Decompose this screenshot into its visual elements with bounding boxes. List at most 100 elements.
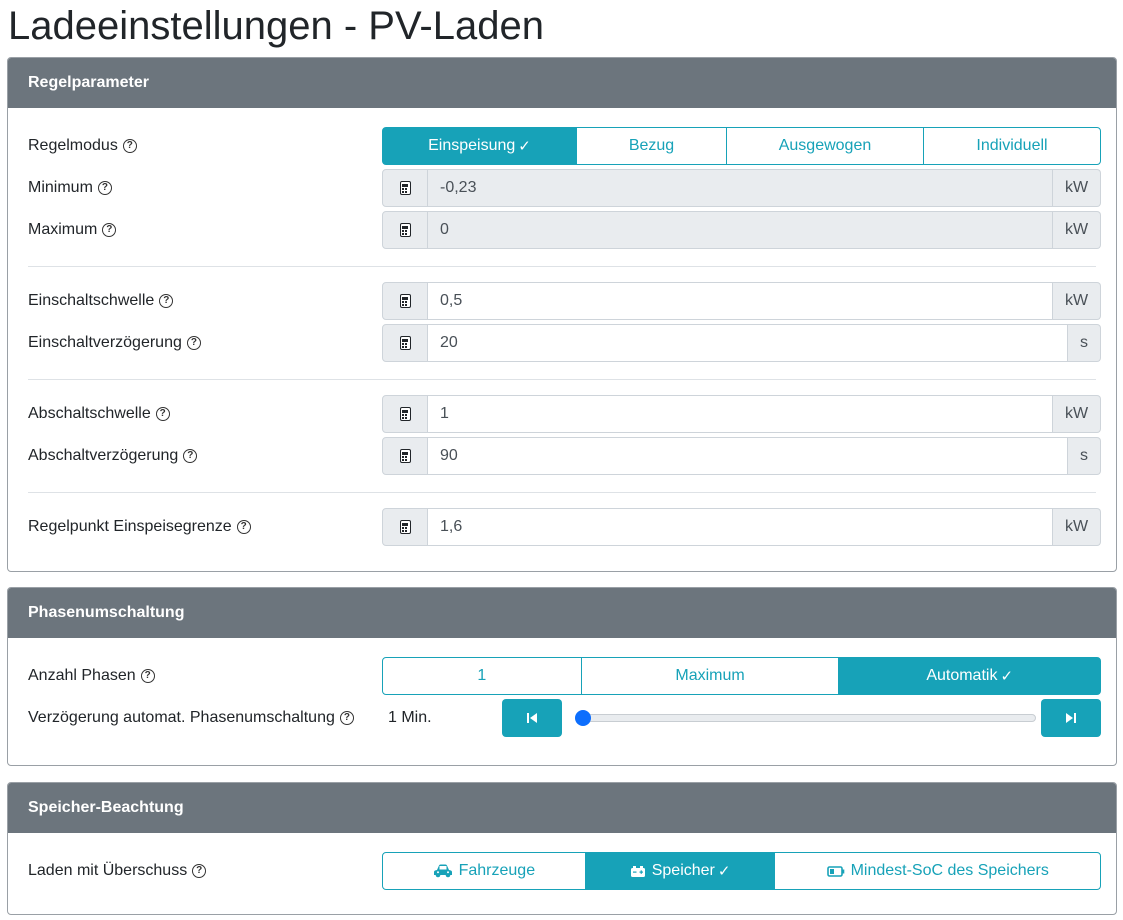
card-header-regelparameter: Regelparameter: [8, 58, 1116, 108]
regelmodus-option-bezug[interactable]: Bezug: [576, 127, 727, 165]
einschaltschwelle-input-group: 0,5 kW: [382, 282, 1101, 320]
regelmodus-option-einspeisung[interactable]: Einspeisung ✓: [382, 127, 577, 165]
calculator-icon: [382, 282, 428, 320]
checkmark-icon: ✓: [518, 138, 531, 155]
page-title: Ladeeinstellungen - PV-Laden: [8, 4, 544, 48]
phasen-option-automatik[interactable]: Automatik ✓: [838, 657, 1101, 695]
row-einschaltschwelle: Einschaltschwelle ? 0,5 kW: [8, 282, 1116, 320]
divider: [28, 379, 1096, 380]
einschaltschwelle-input[interactable]: 0,5: [428, 282, 1053, 320]
minimum-label: Minimum ?: [28, 169, 112, 207]
verzoegerung-slider[interactable]: [575, 710, 1036, 726]
row-laden-mit-ueberschuss: Laden mit Überschuss ? Fahrzeuge Speiche…: [8, 852, 1116, 890]
einschaltverzoegerung-input[interactable]: 20: [428, 324, 1068, 362]
calculator-icon: [382, 324, 428, 362]
abschaltverzoegerung-input-group: 90 s: [382, 437, 1101, 475]
anzahl-phasen-button-group: 1 Maximum Automatik ✓: [382, 657, 1101, 695]
abschaltschwelle-label: Abschaltschwelle ?: [28, 395, 170, 433]
help-icon[interactable]: ?: [122, 139, 137, 153]
unit-kw: kW: [1053, 282, 1101, 320]
card-header-speicher: Speicher-Beachtung: [8, 783, 1116, 833]
unit-s: s: [1068, 437, 1101, 475]
option-fahrzeuge[interactable]: Fahrzeuge: [382, 852, 586, 890]
anzahl-phasen-label: Anzahl Phasen ?: [28, 657, 155, 695]
unit-kw: kW: [1053, 169, 1101, 207]
abschaltverzoegerung-input[interactable]: 90: [428, 437, 1068, 475]
help-icon[interactable]: ?: [102, 223, 117, 237]
checkmark-icon: ✓: [717, 863, 731, 880]
unit-kw: kW: [1053, 211, 1101, 249]
help-icon[interactable]: ?: [186, 336, 201, 350]
regelmodus-option-individuell[interactable]: Individuell: [923, 127, 1101, 165]
divider: [28, 492, 1096, 493]
battery-quarter-icon: [826, 865, 844, 877]
help-icon[interactable]: ?: [159, 294, 174, 308]
help-icon[interactable]: ?: [192, 864, 207, 878]
option-speicher[interactable]: Speicher ✓: [584, 852, 776, 890]
maximum-input-group: 0 kW: [382, 211, 1101, 249]
checkmark-icon: ✓: [1000, 668, 1014, 685]
card-regelparameter: Regelparameter Regelmodus ? Einspeisung ✓…: [7, 57, 1117, 572]
calculator-icon: [382, 437, 428, 475]
help-icon[interactable]: ?: [339, 711, 354, 725]
calculator-icon: [382, 211, 428, 249]
card-header-phasenumschaltung: Phasenumschaltung: [8, 588, 1116, 638]
slider-thumb[interactable]: [575, 710, 591, 726]
row-einschaltverzoegerung: Einschaltverzögerung ? 20 s: [8, 324, 1116, 362]
regelpunkt-input-group: 1,6 kW: [382, 508, 1101, 546]
row-maximum: Maximum ? 0 kW: [8, 211, 1116, 249]
regelmodus-button-group: Einspeisung ✓ Bezug Ausgewogen Individuel…: [382, 127, 1101, 165]
row-abschaltverzoegerung: Abschaltverzögerung ? 90 s: [8, 437, 1116, 475]
abschaltschwelle-input-group: 1 kW: [382, 395, 1101, 433]
regelmodus-option-ausgewogen[interactable]: Ausgewogen: [726, 127, 924, 165]
card-body-phasenumschaltung: Anzahl Phasen ? 1 Maximum Automatik ✓ Ver…: [8, 638, 1116, 765]
maximum-input[interactable]: 0: [428, 211, 1053, 249]
abschaltschwelle-input[interactable]: 1: [428, 395, 1053, 433]
row-regelmodus: Regelmodus ? Einspeisung ✓ Bezug Ausgewog…: [8, 127, 1116, 165]
unit-kw: kW: [1053, 508, 1101, 546]
row-regelpunkt: Regelpunkt Einspeisegrenze ? 1,6 kW: [8, 508, 1116, 546]
abschaltverzoegerung-label: Abschaltverzögerung ?: [28, 437, 198, 475]
minimum-input[interactable]: -0,23: [428, 169, 1053, 207]
card-speicher-beachtung: Speicher-Beachtung Laden mit Überschuss …: [7, 782, 1117, 915]
verzoegerung-value: 1 Min.: [388, 709, 432, 726]
row-verzoegerung-phasenumschaltung: Verzögerung automat. Phasenumschaltung ?…: [8, 699, 1116, 737]
laden-mit-ueberschuss-label: Laden mit Überschuss ?: [28, 852, 207, 890]
regelpunkt-input[interactable]: 1,6: [428, 508, 1053, 546]
laden-mit-ueberschuss-button-group: Fahrzeuge Speicher ✓ Mindest-SoC des Spe…: [382, 852, 1101, 890]
help-icon[interactable]: ?: [183, 449, 198, 463]
minimum-input-group: -0,23 kW: [382, 169, 1101, 207]
slider-increment-button[interactable]: [1041, 699, 1101, 737]
unit-kw: kW: [1053, 395, 1101, 433]
car-icon: [433, 864, 452, 878]
row-anzahl-phasen: Anzahl Phasen ? 1 Maximum Automatik ✓: [8, 657, 1116, 695]
phasen-option-1[interactable]: 1: [382, 657, 582, 695]
help-icon[interactable]: ?: [236, 520, 251, 534]
option-mindest-soc[interactable]: Mindest-SoC des Speichers: [774, 852, 1101, 890]
slider-decrement-button[interactable]: [502, 699, 562, 737]
card-body-regelparameter: Regelmodus ? Einspeisung ✓ Bezug Ausgewog…: [8, 108, 1116, 571]
calculator-icon: [382, 169, 428, 207]
help-icon[interactable]: ?: [140, 669, 155, 683]
einschaltverzoegerung-label: Einschaltverzögerung ?: [28, 324, 201, 362]
card-phasenumschaltung: Phasenumschaltung Anzahl Phasen ? 1 Maxi…: [7, 587, 1117, 766]
car-battery-icon: [630, 865, 645, 877]
skip-end-icon: [1066, 713, 1076, 723]
help-icon[interactable]: ?: [97, 181, 112, 195]
phasen-option-maximum[interactable]: Maximum: [580, 657, 840, 695]
unit-s: s: [1068, 324, 1101, 362]
maximum-label: Maximum ?: [28, 211, 117, 249]
regelpunkt-label: Regelpunkt Einspeisegrenze ?: [28, 508, 251, 546]
regelmodus-label: Regelmodus ?: [28, 127, 137, 165]
verzoegerung-label: Verzögerung automat. Phasenumschaltung ?: [28, 699, 354, 737]
card-body-speicher: Laden mit Überschuss ? Fahrzeuge Speiche…: [8, 833, 1116, 914]
row-abschaltschwelle: Abschaltschwelle ? 1 kW: [8, 395, 1116, 433]
skip-start-icon: [527, 713, 537, 723]
calculator-icon: [382, 395, 428, 433]
divider: [28, 266, 1096, 267]
help-icon[interactable]: ?: [155, 407, 170, 421]
einschaltverzoegerung-input-group: 20 s: [382, 324, 1101, 362]
row-minimum: Minimum ? -0,23 kW: [8, 169, 1116, 207]
calculator-icon: [382, 508, 428, 546]
einschaltschwelle-label: Einschaltschwelle ?: [28, 282, 174, 320]
